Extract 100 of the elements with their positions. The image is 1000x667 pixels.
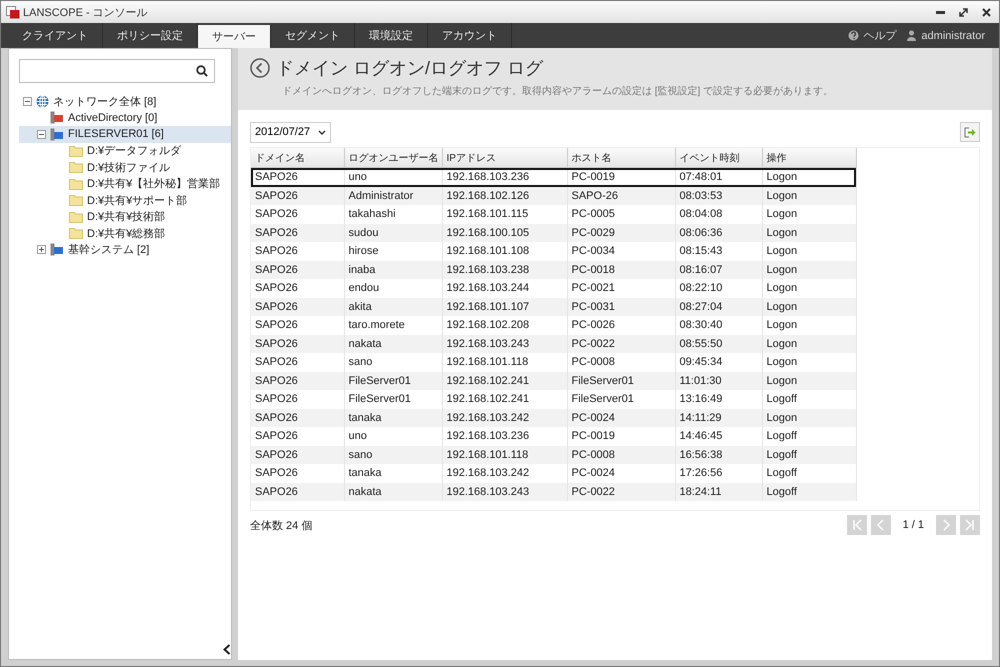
table-cell: PC-0022 bbox=[567, 482, 675, 501]
tree-item[interactable]: D:¥共有¥総務部 bbox=[19, 225, 231, 242]
table-row[interactable]: SAPO26 tanaka 192.168.103.242 PC-0024 14:11:29 Logon bbox=[251, 408, 856, 427]
table-row[interactable]: SAPO26 Administrator 192.168.102.126 SAPO-26 08:03:53 Logon bbox=[251, 186, 856, 205]
table-cell: Logon bbox=[762, 298, 856, 316]
folder-icon bbox=[69, 210, 83, 223]
tree-item[interactable]: FILESERVER01 [6] bbox=[19, 126, 231, 142]
table-cell: PC-0018 bbox=[567, 260, 675, 279]
table-cell: Logon bbox=[762, 372, 856, 390]
table-cell: SAPO26 bbox=[251, 186, 344, 205]
tree-item[interactable]: D:¥共有¥サポート部 bbox=[19, 192, 231, 208]
date-dropdown[interactable]: 2012/07/27 bbox=[250, 122, 332, 142]
column-header[interactable]: IPアドレス bbox=[442, 148, 567, 168]
table-cell: 18:24:11 bbox=[675, 482, 762, 501]
table-row[interactable]: SAPO26 uno 192.168.103.236 PC-0019 07:48:01 Logon bbox=[251, 168, 856, 186]
maximize-icon[interactable] bbox=[959, 8, 968, 16]
table-cell: 192.168.101.118 bbox=[442, 446, 567, 464]
server-icon bbox=[50, 243, 64, 256]
table-row[interactable]: SAPO26 sudou 192.168.100.105 PC-0029 08:06:36 Logon bbox=[251, 224, 856, 242]
help-link[interactable]: ヘルプ bbox=[863, 28, 896, 43]
expand-icon[interactable] bbox=[37, 245, 46, 254]
search-icon[interactable] bbox=[196, 65, 208, 77]
folder-icon bbox=[69, 144, 83, 157]
table-cell: SAPO26 bbox=[251, 446, 344, 464]
table-cell: Logoff bbox=[762, 446, 856, 464]
page-indicator: 1 / 1 bbox=[902, 519, 924, 531]
search-field[interactable] bbox=[19, 59, 215, 83]
table-cell: sudou bbox=[344, 224, 442, 242]
table-cell: 192.168.103.243 bbox=[442, 334, 567, 353]
tree-item[interactable]: D:¥共有¥【社外秘】営業部 bbox=[19, 176, 231, 192]
table-cell: 08:55:50 bbox=[675, 334, 762, 353]
table-cell: 08:03:53 bbox=[675, 186, 762, 205]
table-cell: SAPO26 bbox=[251, 372, 344, 390]
window-title: LANSCOPE - コンソール bbox=[23, 6, 149, 20]
table-row[interactable]: SAPO26 sano 192.168.101.118 PC-0008 16:56:38 Logoff bbox=[251, 446, 856, 464]
folder-icon bbox=[69, 194, 83, 206]
minimize-icon[interactable] bbox=[936, 10, 945, 14]
table-cell: 192.168.103.238 bbox=[442, 260, 567, 279]
table-row[interactable]: SAPO26 nakata 192.168.103.243 PC-0022 18:24:11 Logoff bbox=[251, 482, 856, 501]
table-cell: 192.168.103.243 bbox=[442, 482, 567, 501]
collapse-panel-icon[interactable] bbox=[223, 644, 231, 655]
table-cell: 08:27:04 bbox=[675, 298, 762, 316]
table-cell: 14:11:29 bbox=[675, 408, 762, 427]
table-cell: 192.168.100.105 bbox=[442, 224, 567, 242]
user-name[interactable]: administrator bbox=[921, 30, 985, 42]
server-icon bbox=[50, 111, 64, 124]
table-row[interactable]: SAPO26 inaba 192.168.103.238 PC-0018 08:16:07 Logon bbox=[251, 260, 856, 279]
tree-item[interactable]: ActiveDirectory [0] bbox=[19, 110, 231, 126]
table-cell: SAPO26 bbox=[251, 408, 344, 427]
collapse-icon[interactable] bbox=[37, 130, 46, 139]
column-header[interactable]: ドメイン名 bbox=[251, 148, 344, 168]
tree-item[interactable]: D:¥共有¥技術部 bbox=[19, 208, 231, 225]
table-cell: sano bbox=[344, 446, 442, 464]
table-cell: SAPO26 bbox=[251, 334, 344, 353]
folder-icon bbox=[69, 227, 83, 240]
table-cell: PC-0029 bbox=[567, 224, 675, 242]
globe-icon bbox=[36, 94, 49, 108]
tree-item[interactable]: ネットワーク全体 [8] bbox=[19, 93, 231, 110]
table-row[interactable]: SAPO26 nakata 192.168.103.243 PC-0022 08:55:50 Logon bbox=[251, 334, 856, 353]
table-cell: 16:56:38 bbox=[675, 446, 762, 464]
export-icon bbox=[964, 126, 976, 138]
column-header[interactable]: 操作 bbox=[762, 148, 856, 168]
export-button[interactable] bbox=[960, 122, 980, 142]
table-cell: FileServer01 bbox=[344, 372, 442, 390]
page-title: ドメイン ログオン/ログオフ ログ bbox=[276, 57, 544, 80]
table-cell: akita bbox=[344, 298, 442, 316]
folder-icon bbox=[69, 161, 83, 174]
table-cell: SAPO26 bbox=[251, 260, 344, 279]
help-icon[interactable] bbox=[848, 30, 860, 41]
table-cell: Administrator bbox=[344, 186, 442, 205]
table-row[interactable]: SAPO26 akita 192.168.101.107 PC-0031 08:27:04 Logon bbox=[251, 298, 856, 316]
tree-item[interactable]: 基幹システム [2] bbox=[19, 242, 231, 258]
column-header[interactable]: ログオンユーザー名 bbox=[344, 148, 442, 168]
table-cell: PC-0022 bbox=[567, 334, 675, 353]
table-cell: Logoff bbox=[762, 482, 856, 501]
tree-item[interactable]: D:¥技術ファイル bbox=[19, 159, 231, 176]
close-icon[interactable] bbox=[982, 8, 991, 16]
app-logo-icon bbox=[6, 6, 20, 18]
collapse-icon[interactable] bbox=[23, 96, 32, 106]
chevron-down-icon bbox=[318, 130, 326, 134]
table-cell: 11:01:30 bbox=[675, 372, 762, 390]
nav-tab[interactable]: サーバー bbox=[198, 25, 271, 48]
tree-item[interactable]: D:¥データフォルダ bbox=[19, 142, 231, 159]
table-cell: 192.168.101.107 bbox=[442, 298, 567, 316]
table-cell: Logon bbox=[762, 186, 856, 205]
table-cell: PC-0008 bbox=[567, 446, 675, 464]
table-cell: 08:06:36 bbox=[675, 224, 762, 242]
back-icon[interactable] bbox=[250, 58, 270, 78]
user-icon bbox=[906, 30, 918, 41]
table-cell: PC-0031 bbox=[567, 298, 675, 316]
table-cell: FileServer01 bbox=[567, 372, 675, 390]
table-cell: PC-0024 bbox=[567, 408, 675, 427]
column-header[interactable]: イベント時刻 bbox=[675, 148, 762, 168]
table-row[interactable]: SAPO26 FileServer01 192.168.102.241 FileServer01 11:01:30 Logon bbox=[251, 372, 856, 390]
table-cell: 08:16:07 bbox=[675, 260, 762, 279]
server-icon bbox=[50, 128, 64, 141]
table-cell: 192.168.103.242 bbox=[442, 408, 567, 427]
page-description: ドメインへログオン、ログオフした端末のログです。取得内容やアラームの設定は [監視設定] で設定する必要があります。 bbox=[282, 84, 834, 98]
column-header[interactable]: ホスト名 bbox=[567, 148, 675, 168]
table-cell: Logon bbox=[762, 334, 856, 353]
